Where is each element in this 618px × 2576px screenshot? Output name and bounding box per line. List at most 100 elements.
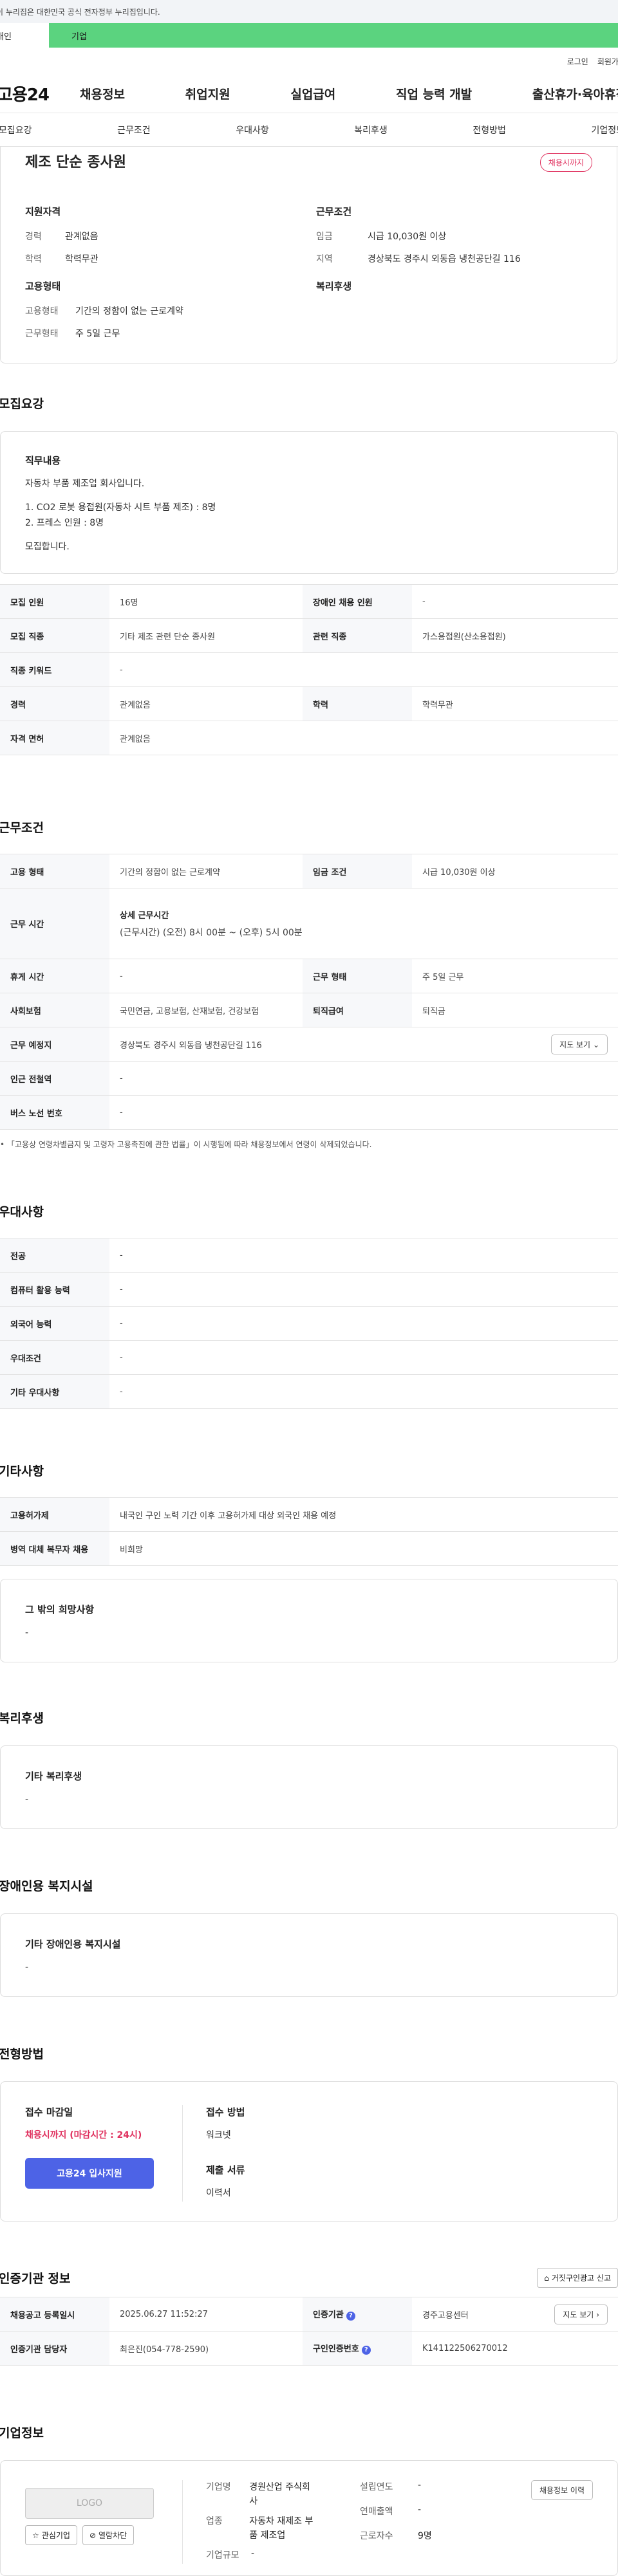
employment-group: 고용형태 고용형태 기간의 정함이 없는 근로계약 근무형태 주 5일 근무 [25,279,183,349]
table-row: 휴게 시간 - 근무 형태 주 5일 근무 [0,959,618,993]
preference-section-title: 우대사항 [0,1205,44,1219]
others-table: 고용허가제 내국인 구인 노력 기간 이후 고용허가제 대상 외국인 채용 예정 … [0,1497,618,1566]
row-header: 자격 면허 [0,721,109,755]
help-icon[interactable]: ? [346,2311,355,2321]
row-header: 병역 대체 복무자 채용 [0,1531,109,1566]
row-value: 주 5일 근무 [412,959,618,993]
user-type-tabs: 개인 기업 [0,23,618,48]
company-label: 업종 [206,2516,223,2526]
login-link[interactable]: 로그인 [567,56,588,67]
gnb-item-unemployment[interactable]: 실업급여 [290,85,335,102]
disabled-box: 기타 장애인용 복지시설 - [0,1913,618,1997]
gnb-item-training[interactable]: 직업 능력 개발 [396,85,472,102]
row-header: 채용공고 등록일시 [0,2297,109,2332]
company-value: 자동차 재제조 부품 제조업 [249,2516,314,2541]
table-row: 근무 예정지 경상북도 경주시 외동읍 냉천공단길 116 지도 보기 ⌄ [0,1027,618,1062]
duty-spacer [25,492,593,500]
job-title: 제조 단순 종사원 [25,154,126,170]
row-header: 인근 전철역 [0,1061,109,1096]
block-company-button[interactable]: ⊘ 열람차단 [82,2525,135,2545]
row-value: 국민연금, 고용보험, 산재보험, 건강보험 [109,993,303,1027]
favorite-company-button[interactable]: ☆ 관심기업 [25,2525,77,2545]
gov-notice-text: 이 누리집은 대한민국 공식 전자정부 누리집입니다. [0,7,160,17]
table-row: 채용공고 등록일시 2025.06.27 11:52:27 인증기관? 경주고용… [0,2297,618,2332]
tab-personal[interactable]: 개인 [0,23,49,48]
row-value: - [109,652,618,687]
duty-line: 1. CO2 로봇 용접원(자동차 시트 부품 제조) : 8명 [25,502,216,513]
anchor-conditions[interactable]: 근무조건 [117,124,151,136]
company-value: - [251,2548,255,2559]
company-logo-group: LOGO ☆ 관심기업 ⊘ 열람차단 [25,2488,154,2545]
row-value: - [109,1095,618,1130]
row-header: 근무 형태 [303,959,412,993]
row-header: 인증기관 담당자 [0,2331,109,2366]
help-icon[interactable]: ? [361,2345,371,2355]
tab-company[interactable]: 기업 [49,23,109,48]
row-value: 2025.06.27 11:52:27 [109,2297,303,2332]
bullet-icon: • [0,1140,5,1149]
anchor-recruit[interactable]: 모집요강 [0,124,32,136]
gnb-menu: 채용정보 취업지원 실업급여 직업 능력 개발 출산휴가·육아휴직 [80,85,618,102]
job-summary-card: 제조 단순 종사원 채용시까지 지원자격 경력 관계없음 학력 학력무관 고용형태 … [0,147,617,363]
row-header: 인증기관? [303,2297,412,2332]
disabled-box-title: 기타 장애인용 복지시설 [25,1938,121,1950]
report-button[interactable]: ⌂ 거짓구인광고 신고 [537,2268,618,2288]
table-row: 근무 시간 상세 근무시간 (근무시간) (오전) 8시 00분 ~ (오후) … [0,888,618,959]
welfare-box-title: 기타 복리후생 [25,1771,82,1782]
anchor-welfare[interactable]: 복리후생 [354,124,388,136]
anchor-preference[interactable]: 우대사항 [236,124,269,136]
table-row: 외국어 능력 - [0,1306,618,1341]
home-icon: ⌂ [544,2273,549,2283]
table-row: 컴퓨터 활용 능력 - [0,1272,618,1307]
other-wishes-box: 그 밖의 희망사항 - [0,1579,618,1662]
row-header: 모집 인원 [0,584,109,619]
other-wishes-title: 그 밖의 희망사항 [25,1604,95,1615]
row-header: 경력 [0,686,109,721]
docs-value: 이력서 [206,2187,231,2198]
row-value: 경상북도 경주시 외동읍 냉천공단길 116 지도 보기 ⌄ [109,1027,618,1062]
org-detail-button[interactable]: 지도 보기 › [554,2304,608,2324]
method-group: 접수 방법 워크넷 제출 서류 이력서 [182,2105,245,2202]
table-row: 고용 형태 기간의 정함이 없는 근로계약 임금 조건 시급 10,030원 이… [0,854,618,888]
row-header: 구인인증번호? [303,2331,412,2366]
others-section-title: 기타사항 [0,1464,44,1478]
cond-label: 임금 [316,232,333,242]
table-row: 사회보험 국민연금, 고용보험, 산재보험, 건강보험 퇴직급여 퇴직금 [0,993,618,1027]
gnb-item-leave[interactable]: 출산휴가·육아휴직 [532,85,618,102]
row-value: 내국인 구인 노력 기간 이후 고용허가제 대상 외국인 채용 예정 [109,1497,618,1532]
table-row: 전공 - [0,1238,618,1273]
gnb-item-employment-support[interactable]: 취업지원 [185,85,230,102]
table-row: 자격 면허 관계없음 [0,721,618,755]
gnb-item-jobs[interactable]: 채용정보 [80,85,125,102]
place-value: 경상북도 경주시 외동읍 냉천공단길 116 [120,1040,262,1051]
deadline-title: 접수 마감일 [25,2106,73,2118]
duty-line: 2. 프레스 인원 : 8명 [25,518,104,528]
selection-section-title: 전형방법 [0,2047,44,2061]
cond-value: 시급 10,030원 이상 [368,232,447,242]
duty-title: 직무내용 [25,455,61,466]
table-row: 인근 전철역 - [0,1061,618,1096]
duty-line: 모집합니다. [25,541,70,552]
qualification-group: 지원자격 경력 관계없음 학력 학력무관 [25,205,98,275]
company-label: 기업규모 [206,2550,239,2561]
cond-label: 지역 [316,254,333,264]
employment-title: 고용형태 [25,281,61,292]
row-value: - [109,1061,618,1096]
company-label: 근로자수 [360,2531,393,2541]
row-header: 고용 형태 [0,854,109,888]
anchor-selection[interactable]: 전형방법 [473,124,506,136]
row-value: 기타 제조 관련 단순 종사원 [109,618,303,653]
site-logo[interactable]: 고용24 [0,82,80,106]
apply-button[interactable]: 고용24 입사지원 [25,2157,154,2189]
anchor-company[interactable]: 기업정보 [591,124,618,136]
cert-table: 채용공고 등록일시 2025.06.27 11:52:27 인증기관? 경주고용… [0,2297,618,2366]
row-value: - [109,1340,618,1375]
table-row: 인증기관 담당자 최은진(054-778-2590) 구인인증번호? K1411… [0,2331,618,2366]
welfare-box: 기타 복리후생 - [0,1745,618,1829]
util-links: 로그인 회원가입 [0,48,618,75]
row-value: 학력무관 [412,686,618,721]
map-button[interactable]: 지도 보기 ⌄ [551,1034,608,1054]
signup-link[interactable]: 회원가입 [597,56,618,67]
hiring-history-button[interactable]: 채용정보 이력 [530,2480,593,2500]
row-value: - [109,1374,618,1409]
